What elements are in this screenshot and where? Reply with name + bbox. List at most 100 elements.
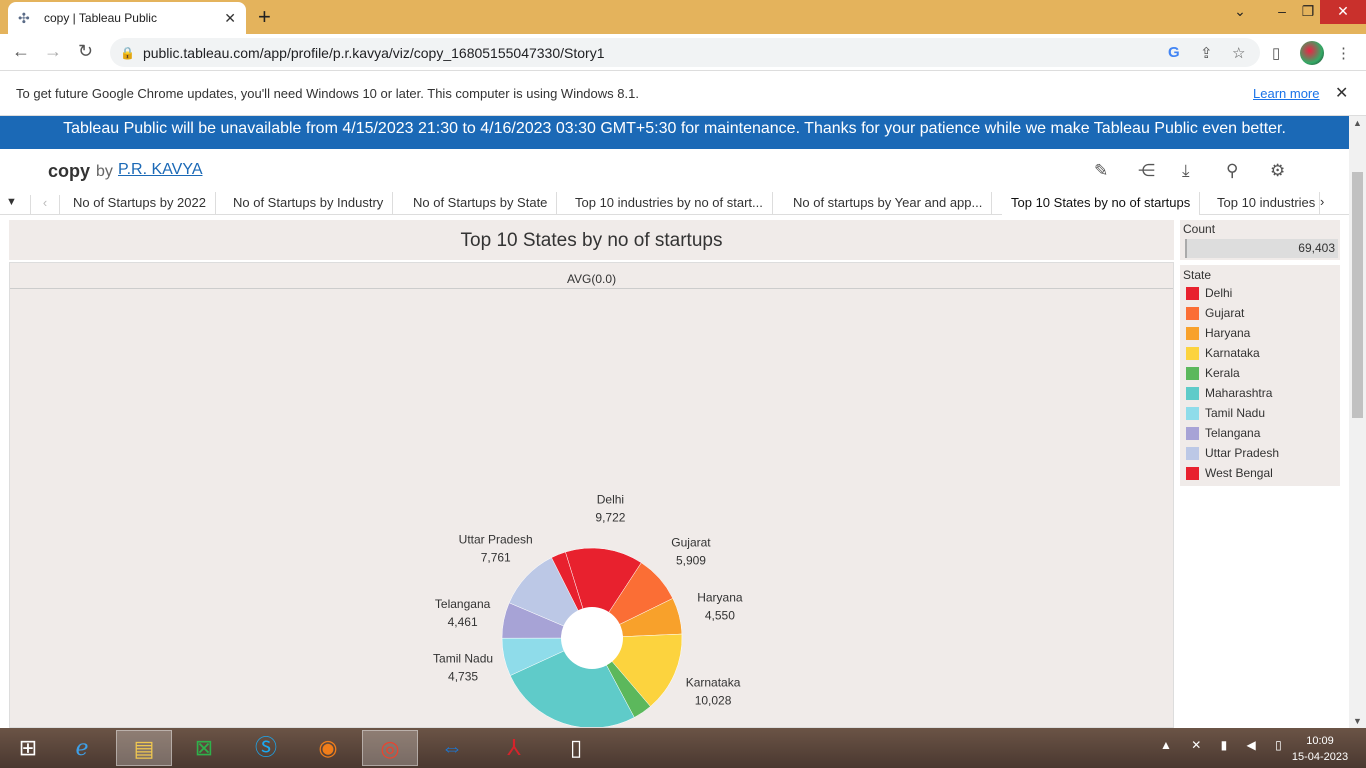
legend-item[interactable]: Haryana [1186, 325, 1250, 341]
file-icon[interactable]: ▯ [548, 730, 604, 766]
acrobat-icon[interactable]: ⅄ [486, 730, 542, 766]
forward-icon[interactable]: → [44, 41, 62, 62]
badge-icon[interactable]: ⚲ [1226, 161, 1238, 181]
state-legend: State Delhi Gujarat Haryana Karnataka Kerala… [1180, 265, 1340, 486]
viz-area: Top 10 States by no of startups AVG(0.0)… [0, 215, 1349, 728]
legend-item[interactable]: Uttar Pradesh [1186, 445, 1279, 461]
new-tab-button[interactable]: + [258, 4, 271, 30]
bookmark-star-icon[interactable]: ☆ [1232, 44, 1245, 62]
pie-label-value: 5,909 [676, 554, 706, 568]
legend-item[interactable]: Telangana [1186, 425, 1260, 441]
side-panel-icon[interactable]: ▯ [1272, 44, 1280, 62]
legend-label: Tamil Nadu [1205, 406, 1266, 420]
infobar-message: To get future Google Chrome updates, you… [16, 85, 639, 101]
story-tab[interactable]: No of Startups by State [404, 192, 558, 215]
story-tab[interactable]: No of startups by Year and app... [784, 192, 993, 215]
chrome-icon[interactable]: ◎ [362, 730, 418, 766]
legend-swatch [1186, 466, 1199, 480]
firefox-icon[interactable]: ◉ [300, 730, 356, 766]
close-tab-icon[interactable]: ✕ [224, 10, 236, 27]
browser-tab-strip: ✣ copy | Tableau Public ✕ + ⌄ ‒ ❐ ✕ [0, 0, 1366, 34]
reload-icon[interactable]: ↻ [78, 41, 93, 62]
scroll-up-icon[interactable]: ▲ [1353, 118, 1362, 128]
pie-label-name: Tamil Nadu [433, 651, 493, 665]
story-tab[interactable]: No of Startups by 2022 [64, 192, 216, 215]
legend-label: Kerala [1205, 366, 1240, 380]
legend-label: Delhi [1205, 286, 1233, 300]
chart-title: Top 10 States by no of startups [9, 220, 1174, 260]
pie-label-name: Uttar Pradesh [459, 533, 533, 547]
legend-label: Maharashtra [1205, 386, 1273, 400]
legend-swatch [1186, 346, 1199, 360]
browser-tab[interactable]: ✣ copy | Tableau Public ✕ [8, 2, 246, 34]
internet-explorer-icon[interactable]: ℯ [54, 730, 110, 766]
legend-label: Haryana [1205, 326, 1251, 340]
viz-title: copy [48, 161, 91, 181]
clock-date: 15-04-2023 [1291, 751, 1349, 763]
legend-swatch [1186, 286, 1199, 300]
legend-label: Uttar Pradesh [1205, 446, 1280, 460]
legend-item[interactable]: Kerala [1186, 365, 1240, 381]
share-icon[interactable]: ⇪ [1200, 44, 1213, 62]
pie-chart: Delhi 9,722 Gujarat 5,909 Haryana 4,550 Karnat… [433, 492, 743, 727]
taskbar-clock[interactable]: 10:09 15-04-2023 [1290, 733, 1350, 765]
legend-swatch [1186, 386, 1199, 400]
pie-label-name: Telangana [435, 597, 491, 611]
legend-label: Telangana [1205, 426, 1261, 440]
windows-taskbar: ⊞ ℯ ▤ ⊠ Ⓢ ◉ ◎ ⇔ ⅄ ▯ ▲ ✕ ▮ ◀ ▯ 10:09 15-0… [0, 728, 1366, 768]
pie-label-value: 4,735 [448, 669, 478, 683]
legend-swatch [1186, 366, 1199, 380]
story-tab[interactable]: No of Startups by Industry [224, 192, 394, 215]
teamviewer-icon[interactable]: ⇔ [424, 730, 480, 766]
pie-label-name: Delhi [597, 492, 624, 506]
story-next-icon[interactable]: › [1320, 194, 1324, 209]
lock-icon: 🔒 [120, 45, 135, 60]
edit-icon[interactable]: ✎ [1094, 161, 1108, 181]
legend-item[interactable]: Tamil Nadu [1186, 405, 1265, 421]
learn-more-link[interactable]: Learn more [1253, 86, 1319, 101]
pie-label-name: Haryana [697, 590, 743, 604]
author-link[interactable]: P.R. KAVYA [118, 161, 202, 179]
legend-swatch [1186, 406, 1199, 420]
close-infobar-icon[interactable]: ✕ [1335, 83, 1348, 103]
story-tab-active[interactable]: Top 10 States by no of startups [1002, 192, 1201, 215]
system-tray-icons[interactable]: ▲ ✕ ▮ ◀ ▯ [1160, 738, 1290, 752]
legend-item[interactable]: Maharashtra [1186, 385, 1272, 401]
count-value: 69,403 [1185, 239, 1338, 258]
legend-swatch [1186, 326, 1199, 340]
file-explorer-icon[interactable]: ▤ [116, 730, 172, 766]
page-scrollbar[interactable]: ▲ ▼ [1349, 116, 1366, 728]
address-bar[interactable]: 🔒 public.tableau.com/app/profile/p.r.kav… [110, 38, 1260, 67]
profile-avatar[interactable] [1300, 41, 1324, 65]
google-icon[interactable]: G [1168, 44, 1180, 61]
url-text: public.tableau.com/app/profile/p.r.kavya… [142, 44, 605, 61]
tab-search-icon[interactable]: ⌄ [1220, 0, 1260, 24]
download-icon[interactable]: ⤓ [1182, 161, 1190, 181]
chart-plot: AVG(0.0) Delhi 9,722 Gujarat 5,909 Haryana 4,… [9, 262, 1174, 728]
windows-start-icon[interactable]: ⊞ [0, 730, 56, 766]
back-icon[interactable]: ← [12, 41, 30, 62]
story-tab[interactable]: Top 10 industries by no of start... [566, 192, 773, 215]
story-dropdown-icon[interactable]: ▼ [6, 196, 17, 208]
story-tab[interactable]: Top 10 industries [1208, 192, 1320, 215]
story-prev-icon[interactable]: ‹ [30, 195, 60, 215]
store-icon[interactable]: ⊠ [176, 730, 232, 766]
pie-label-name: Gujarat [671, 536, 711, 550]
share-icon[interactable]: ⋲ [1138, 161, 1155, 181]
settings-gear-icon[interactable]: ⚙ [1270, 161, 1285, 181]
skype-icon[interactable]: Ⓢ [238, 730, 294, 766]
chrome-update-infobar: To get future Google Chrome updates, you… [0, 71, 1366, 116]
pie-label-value: 4,461 [448, 615, 478, 629]
scroll-thumb[interactable] [1352, 172, 1363, 418]
legend-item[interactable]: Karnataka [1186, 345, 1260, 361]
browser-tab-title: copy | Tableau Public [44, 11, 157, 25]
legend-item[interactable]: West Bengal [1186, 465, 1273, 481]
legend-item[interactable]: Gujarat [1186, 305, 1244, 321]
maintenance-banner: Tableau Public will be unavailable from … [0, 116, 1349, 149]
pie-label-value: 9,722 [595, 510, 625, 524]
legend-item[interactable]: Delhi [1186, 285, 1232, 301]
by-label: by [96, 163, 113, 180]
window-close-button[interactable]: ✕ [1320, 0, 1366, 24]
scroll-down-icon[interactable]: ▼ [1353, 716, 1362, 726]
chrome-menu-icon[interactable]: ⋮ [1336, 44, 1351, 62]
